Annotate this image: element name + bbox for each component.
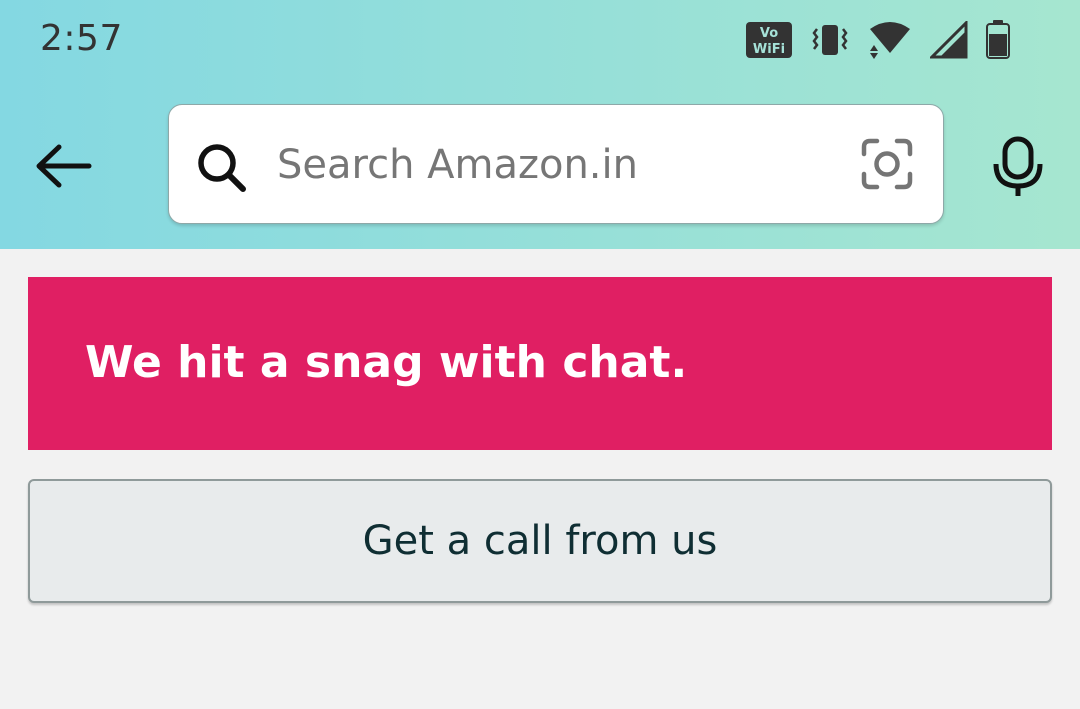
back-arrow-icon <box>36 144 92 188</box>
status-time: 2:57 <box>40 18 123 59</box>
error-banner: We hit a snag with chat. <box>28 277 1052 450</box>
battery-icon <box>986 20 1010 59</box>
camera-lens-icon[interactable] <box>861 138 913 190</box>
svg-text:Vo: Vo <box>760 26 778 41</box>
cell-signal-icon <box>930 21 968 59</box>
wifi-icon <box>870 22 910 59</box>
vowifi-icon: Vo WiFi <box>746 22 792 58</box>
microphone-icon[interactable] <box>990 136 1046 198</box>
svg-text:WiFi: WiFi <box>753 42 785 57</box>
status-icons: Vo WiFi <box>746 20 1010 60</box>
app-header: 2:57 Vo WiFi <box>0 0 1080 249</box>
search-box[interactable] <box>168 104 944 224</box>
search-input[interactable] <box>277 135 837 195</box>
get-call-button[interactable]: Get a call from us <box>28 479 1052 603</box>
back-button[interactable] <box>30 133 96 199</box>
vibrate-icon <box>812 25 848 55</box>
error-message: We hit a snag with chat. <box>85 337 688 388</box>
search-icon <box>198 144 246 192</box>
